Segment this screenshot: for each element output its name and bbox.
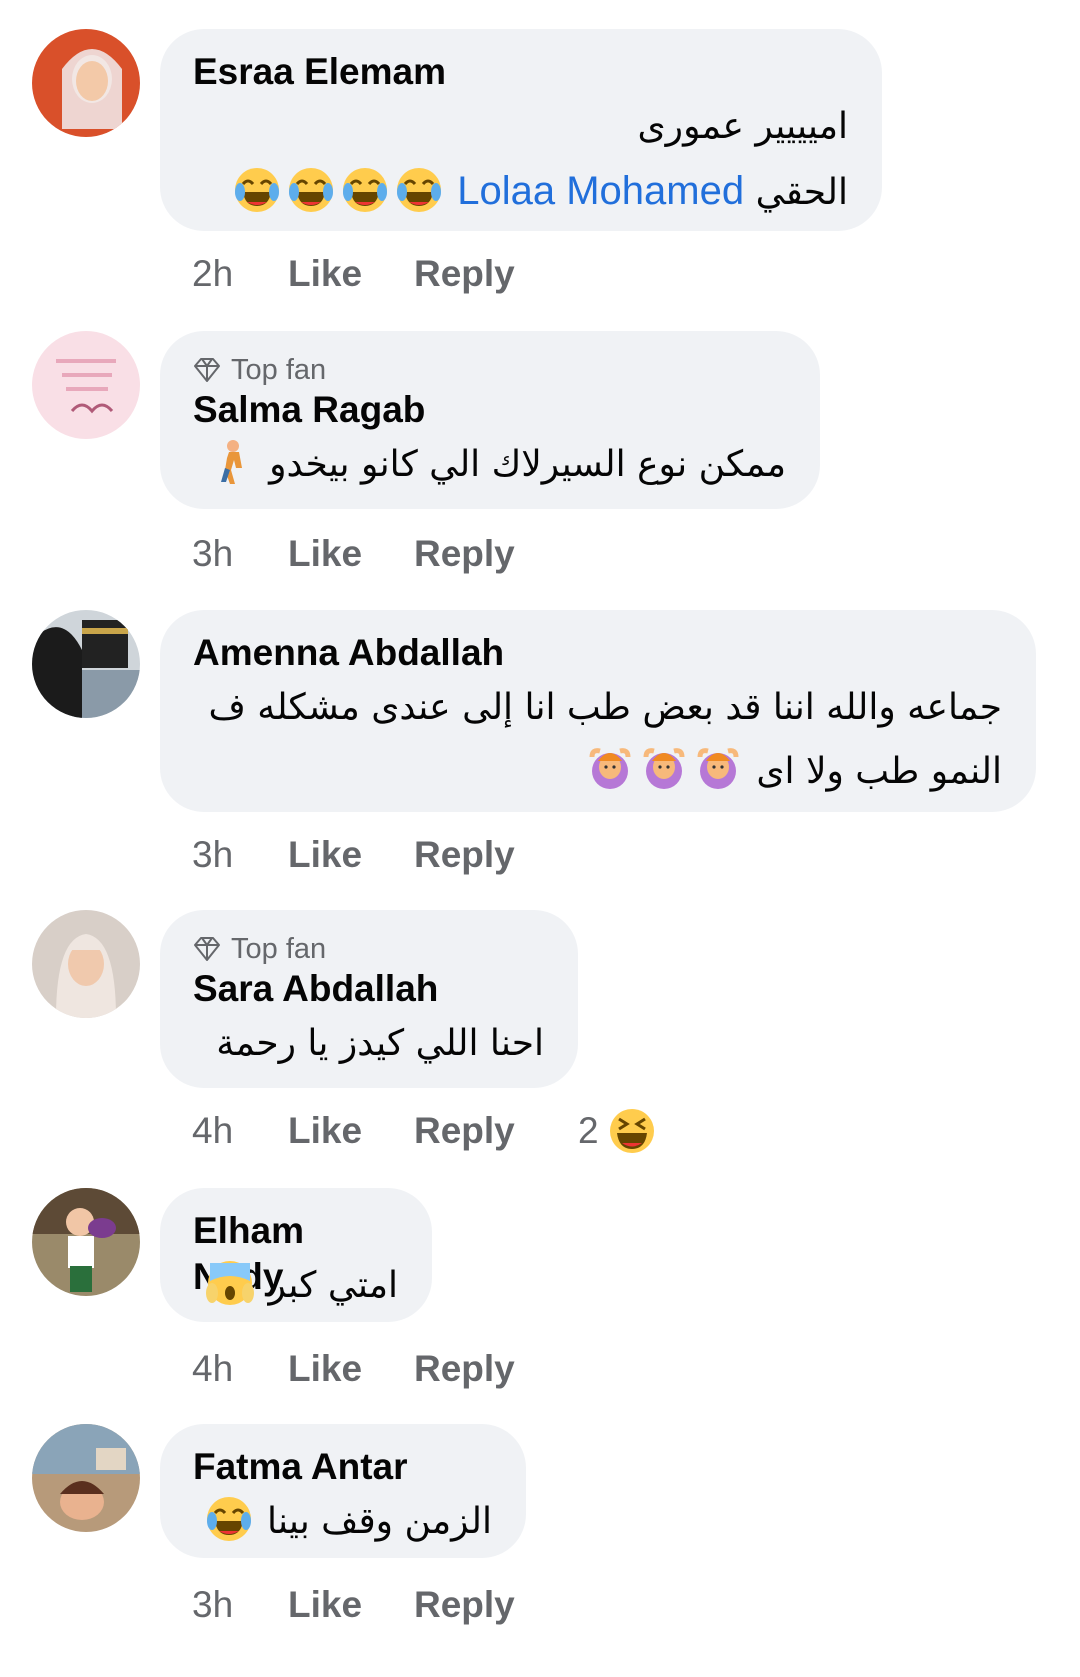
comment-actions: 4h Like Reply 2 — [192, 1108, 659, 1154]
avatar[interactable] — [32, 610, 140, 718]
comment-actions: 4h Like Reply — [192, 1346, 578, 1392]
top-fan-badge: Top fan — [193, 353, 786, 387]
grinning-squinting-face-icon — [608, 1107, 656, 1155]
author-name[interactable]: Salma Ragab — [193, 387, 786, 433]
comment-text-line: الزمن وقف بينا — [193, 1490, 492, 1554]
comment-text: احنا اللي كيدز يا رحمة — [216, 1023, 544, 1064]
badge-label: Top fan — [231, 933, 327, 965]
timestamp[interactable]: 2h — [192, 253, 288, 295]
reply-button[interactable]: Reply — [414, 1584, 578, 1626]
author-name[interactable]: Amenna Abdallah — [193, 630, 1002, 676]
like-button[interactable]: Like — [288, 253, 414, 295]
comment-text: جماعه والله اننا قد بعض طب انا إلى عندى … — [208, 687, 1002, 728]
comment-text: الحقي — [755, 172, 848, 213]
comment-bubble: Esraa Elemam اميييير عمورى الحقي Lolaa M… — [160, 29, 882, 231]
person-walking-emoji-icon — [207, 438, 255, 486]
comment-bubble: Top fan Salma Ragab ممكن نوع السيرلاك ال… — [160, 331, 820, 509]
avatar[interactable] — [32, 1188, 140, 1296]
laugh-emoji-icon — [395, 166, 443, 214]
timestamp[interactable]: 3h — [192, 1584, 288, 1626]
comment-text-line: النمو طب ولا اى — [193, 740, 1002, 804]
comment-text: الزمن وقف بينا — [267, 1501, 492, 1542]
timestamp[interactable]: 3h — [192, 834, 288, 876]
reaction-count: 2 — [578, 1110, 599, 1151]
avatar[interactable] — [32, 29, 140, 137]
timestamp[interactable]: 4h — [192, 1348, 288, 1390]
gesture-emoji-icon — [694, 745, 742, 793]
avatar[interactable] — [32, 331, 140, 439]
comment-text: النمو طب ولا اى — [756, 751, 1002, 792]
laugh-emoji-icon — [341, 166, 389, 214]
comment-text: ممكن نوع السيرلاك الي كانو بيخدو — [269, 444, 786, 485]
reply-button[interactable]: Reply — [414, 533, 578, 575]
author-name[interactable]: Sara Abdallah — [193, 966, 544, 1012]
comment-text-line: الحقي Lolaa Mohamed — [193, 159, 848, 223]
comment-bubble: Top fan Sara Abdallah احنا اللي كيدز يا … — [160, 910, 578, 1088]
timestamp[interactable]: 4h — [192, 1110, 288, 1152]
laugh-emoji-icon — [233, 166, 281, 214]
avatar[interactable] — [32, 1424, 140, 1532]
diamond-icon — [193, 357, 221, 383]
author-name[interactable]: Fatma Antar — [193, 1444, 492, 1490]
laugh-emoji-icon — [287, 166, 335, 214]
scream-emoji-icon — [206, 1259, 254, 1307]
reply-button[interactable]: Reply — [414, 834, 578, 876]
comment-actions: 3h Like Reply — [192, 832, 578, 878]
comment-bubble: Amenna Abdallah جماعه والله اننا قد بعض … — [160, 610, 1036, 812]
comment-bubble: Elham Nady امتي كبر — [160, 1188, 432, 1322]
avatar[interactable] — [32, 910, 140, 1018]
gesture-emoji-icon — [640, 745, 688, 793]
like-button[interactable]: Like — [288, 834, 414, 876]
author-name[interactable]: Esraa Elemam — [193, 49, 848, 95]
like-button[interactable]: Like — [288, 1584, 414, 1626]
comment-bubble: Fatma Antar الزمن وقف بينا — [160, 1424, 526, 1558]
like-button[interactable]: Like — [288, 1110, 414, 1152]
mention-link[interactable]: Lolaa Mohamed — [457, 169, 744, 213]
author-name[interactable]: Elham Nady — [193, 1208, 398, 1297]
diamond-icon — [193, 936, 221, 962]
reaction-summary[interactable]: 2 — [578, 1107, 659, 1155]
comment-text: اميييير عمورى — [637, 106, 849, 147]
laugh-emoji-icon — [205, 1495, 253, 1543]
comment-actions: 3h Like Reply — [192, 1582, 578, 1628]
comment-text: امتي كبر — [268, 1265, 398, 1306]
badge-label: Top fan — [231, 354, 327, 386]
timestamp[interactable]: 3h — [192, 533, 288, 575]
comment-actions: 3h Like Reply — [192, 531, 578, 577]
gesture-emoji-icon — [586, 745, 634, 793]
comment-actions: 2h Like Reply — [192, 251, 578, 297]
reply-button[interactable]: Reply — [414, 253, 578, 295]
like-button[interactable]: Like — [288, 1348, 414, 1390]
reply-button[interactable]: Reply — [414, 1348, 578, 1390]
like-button[interactable]: Like — [288, 533, 414, 575]
comment-text-line: ممكن نوع السيرلاك الي كانو بيخدو — [193, 433, 786, 497]
reply-button[interactable]: Reply — [414, 1110, 578, 1152]
comment-text-line: امتي كبر — [193, 1254, 398, 1318]
top-fan-badge: Top fan — [193, 932, 544, 966]
